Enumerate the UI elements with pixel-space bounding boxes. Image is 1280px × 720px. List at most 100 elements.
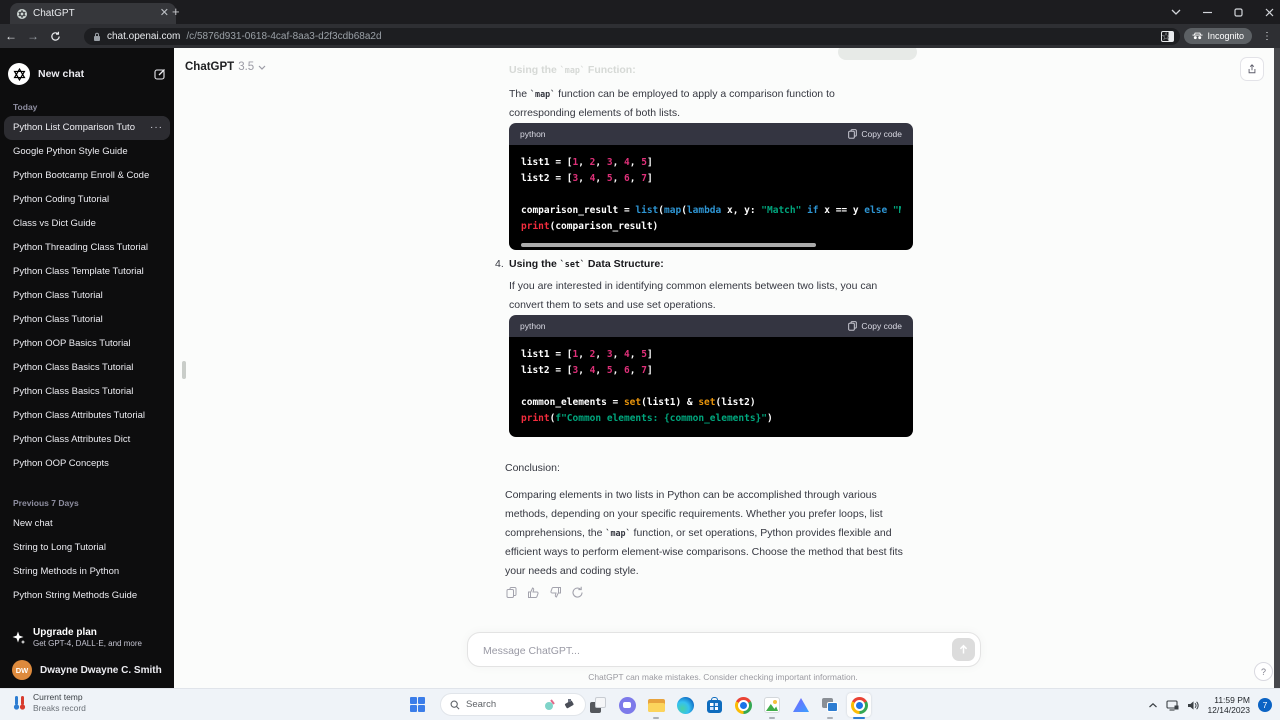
- clipboard-icon: [848, 321, 858, 331]
- edge-browser-icon[interactable]: [673, 693, 697, 717]
- tray-clock[interactable]: 11:59 PM 12/14/2023: [1207, 695, 1250, 715]
- chat-main: ChatGPT 3.5 Using the `map` Function: Th…: [174, 48, 1280, 688]
- temperature-icon: [12, 695, 27, 711]
- scrolled-code-scrollbar-remnant: [838, 48, 917, 60]
- chrome-icon[interactable]: [731, 693, 755, 717]
- sidebar-section-label: Previous 7 Days: [13, 498, 79, 508]
- task-view-button[interactable]: [586, 693, 610, 717]
- sidebar-item[interactable]: Python OOP Concepts: [0, 452, 174, 476]
- share-icon: [1248, 64, 1256, 74]
- sidebar-item[interactable]: Python Class Template Tutorial: [0, 260, 174, 284]
- tab-title: ChatGPT: [33, 8, 75, 19]
- sidebar-item[interactable]: Python String Methods Guide: [0, 584, 174, 608]
- tray-chevron-icon[interactable]: [1148, 702, 1158, 709]
- compose-icon[interactable]: [154, 68, 166, 80]
- copy-message-icon[interactable]: [505, 586, 518, 599]
- photos-app-icon[interactable]: [760, 693, 784, 719]
- account-button[interactable]: DW Dwayne Dwayne C. Smith: [0, 656, 174, 684]
- list-item-title: Using the `set` Data Structure:: [509, 258, 664, 270]
- incognito-icon: [1192, 32, 1204, 40]
- chat-app-icon[interactable]: [615, 693, 639, 717]
- sidebar-item[interactable]: Python Threading Class Tutorial: [0, 236, 174, 260]
- send-arrow-icon: [959, 644, 968, 654]
- sidebar-item[interactable]: Python OOP Basics Tutorial: [0, 332, 174, 356]
- page-scrollbar[interactable]: [1274, 48, 1280, 688]
- sidebar-item[interactable]: New chat: [0, 512, 174, 536]
- sidebar-item[interactable]: Python Coding Tutorial: [0, 188, 174, 212]
- browser-menu-icon[interactable]: ⋮: [1262, 31, 1272, 42]
- code-language-label: python: [520, 129, 546, 139]
- sidebar-item[interactable]: String to Long Tutorial: [0, 536, 174, 560]
- chat-options-icon[interactable]: ···: [150, 116, 163, 140]
- disclaimer: ChatGPT can make mistakes. Consider chec…: [588, 672, 858, 682]
- side-panel-icon[interactable]: [1161, 30, 1175, 42]
- widget-line1: Current temp: [33, 692, 83, 702]
- send-button[interactable]: [952, 638, 975, 661]
- list-item-marker: 4.: [495, 258, 504, 270]
- sidebar-item[interactable]: Class vs Dict Guide: [0, 212, 174, 236]
- sidebar-item[interactable]: Python Class Basics Tutorial: [0, 356, 174, 380]
- window-minimize-button[interactable]: [1203, 8, 1212, 17]
- taskbar-search[interactable]: Search: [440, 693, 586, 716]
- message-input[interactable]: [481, 633, 925, 668]
- message-actions: [505, 586, 584, 599]
- remote-desktop-icon[interactable]: [818, 693, 842, 719]
- code-content: list1 = [1, 2, 3, 4, 5] list2 = [3, 4, 5,…: [509, 337, 913, 437]
- sidebar-toggle-handle[interactable]: [182, 361, 186, 379]
- tray-time: 11:59 PM: [1214, 695, 1250, 705]
- forward-button[interactable]: →: [22, 29, 44, 43]
- start-button[interactable]: [410, 697, 425, 712]
- browser-toolbar: ← → chat.openai.com/c/5876d931-0618-4caf…: [0, 24, 1280, 48]
- sidebar-item[interactable]: Python Bootcamp Enroll & Code: [0, 164, 174, 188]
- new-chat-button[interactable]: New chat: [8, 58, 166, 90]
- tab-close-icon[interactable]: ✕: [160, 8, 169, 19]
- conclusion-heading: Conclusion:: [505, 462, 560, 474]
- model-switcher[interactable]: ChatGPT 3.5: [185, 61, 266, 73]
- reload-button[interactable]: [44, 31, 66, 42]
- sidebar-item[interactable]: Python Class Tutorial: [0, 308, 174, 332]
- sidebar-item[interactable]: Python Class Attributes Dict: [0, 428, 174, 452]
- network-icon[interactable]: [1166, 699, 1179, 711]
- url-bar[interactable]: chat.openai.com/c/5876d931-0618-4caf-8aa…: [84, 28, 1180, 45]
- browser-tab[interactable]: ChatGPT ✕: [10, 3, 176, 24]
- upgrade-plan-button[interactable]: Upgrade plan Get GPT-4, DALL·E, and more: [0, 622, 174, 652]
- chrome-active-icon[interactable]: [847, 693, 871, 719]
- widget-line2: Breaks record: [33, 703, 86, 713]
- regenerate-icon[interactable]: [571, 586, 584, 599]
- assistant-paragraph: Comparing elements in two lists in Pytho…: [505, 489, 903, 577]
- chatgpt-favicon-icon: [17, 8, 27, 19]
- microsoft-store-icon[interactable]: [702, 693, 726, 717]
- sidebar-item[interactable]: Google Python Style Guide: [0, 140, 174, 164]
- tab-search-chevron-icon[interactable]: [1171, 9, 1181, 15]
- volume-icon[interactable]: [1187, 700, 1200, 711]
- help-button[interactable]: ?: [1254, 662, 1273, 681]
- sidebar-item[interactable]: Python List Comparison Tuto ···: [4, 116, 170, 140]
- sidebar-item[interactable]: Python Class Tutorial: [0, 284, 174, 308]
- file-explorer-icon[interactable]: [644, 693, 668, 719]
- code-horizontal-scrollbar[interactable]: [521, 243, 816, 247]
- openai-logo-icon: [8, 63, 30, 85]
- copy-code-button[interactable]: Copy code: [848, 321, 902, 331]
- window-close-button[interactable]: [1265, 8, 1274, 17]
- new-tab-button[interactable]: +: [172, 4, 180, 19]
- thumbs-down-icon[interactable]: [549, 586, 562, 599]
- assistant-paragraph: The `map` function can be employed to ap…: [509, 88, 835, 119]
- upgrade-subtitle: Get GPT-4, DALL·E, and more: [33, 638, 142, 648]
- code-block: python Copy code list1 = [1, 2, 3, 4, 5]…: [509, 315, 913, 437]
- search-label: Search: [466, 699, 497, 710]
- notification-badge[interactable]: 7: [1258, 698, 1272, 712]
- window-maximize-button[interactable]: [1234, 7, 1243, 17]
- sidebar-item[interactable]: Python Class Basics Tutorial: [0, 380, 174, 404]
- weather-widget[interactable]: Current temp Breaks record: [12, 692, 86, 713]
- account-name: Dwayne Dwayne C. Smith: [40, 664, 162, 676]
- back-button[interactable]: ←: [0, 29, 22, 43]
- search-highlight-icon: [545, 699, 555, 710]
- avatar: DW: [12, 660, 32, 680]
- chevron-down-icon: [258, 65, 266, 70]
- copy-code-button[interactable]: Copy code: [848, 129, 902, 139]
- sidebar-item[interactable]: String Methods in Python: [0, 560, 174, 584]
- drive-app-icon[interactable]: [789, 693, 813, 717]
- thumbs-up-icon[interactable]: [527, 586, 540, 599]
- share-button[interactable]: [1240, 57, 1264, 81]
- sidebar-item[interactable]: Python Class Attributes Tutorial: [0, 404, 174, 428]
